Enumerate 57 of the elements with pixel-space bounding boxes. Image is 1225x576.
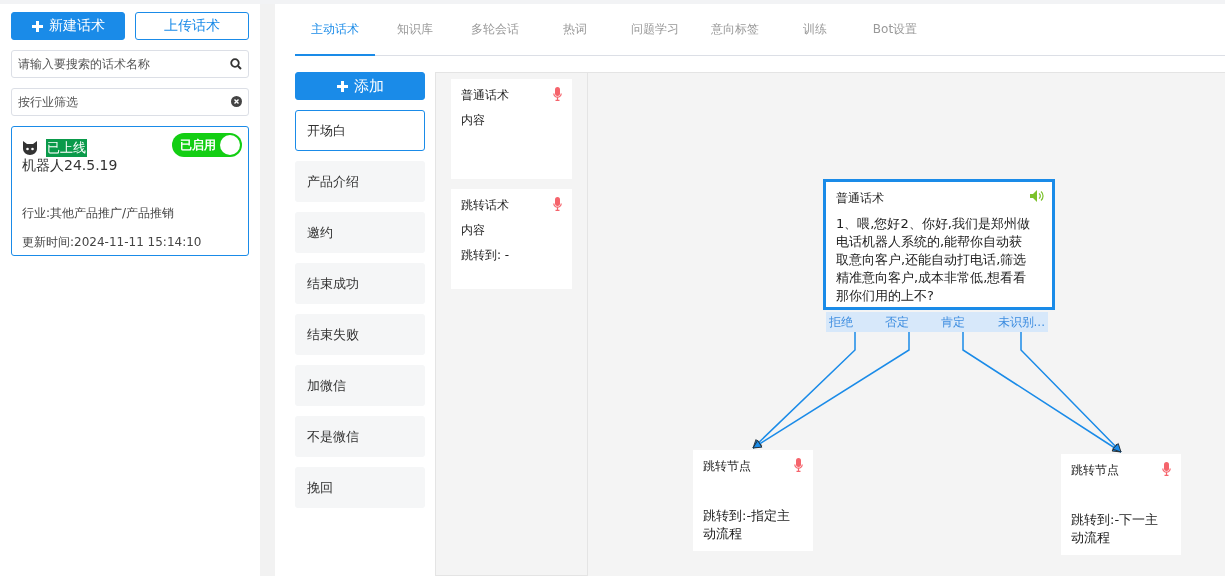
tab[interactable]: 主动话术 — [295, 4, 375, 56]
microphone-icon — [553, 197, 562, 211]
tab[interactable]: 训练 — [775, 4, 855, 56]
branch-label[interactable]: 否定 — [885, 312, 910, 332]
jump-node[interactable]: 跳转节点 跳转到:-下一主动流程 — [1061, 454, 1181, 555]
microphone-icon — [1162, 462, 1171, 476]
search-icon — [230, 58, 242, 70]
flow-item[interactable]: 结束失败 — [295, 314, 425, 355]
upload-script-button[interactable]: 上传话术 — [135, 12, 249, 40]
microphone-icon — [553, 87, 562, 101]
bot-card[interactable]: 已上线 机器人24.5.19 已启用 行业:其他产品推广/产品推销 更新时间:2024-11-11 15:14:10 — [11, 126, 249, 256]
jump-target: 跳转到:-指定主动流程 — [703, 507, 792, 543]
bot-name: 机器人24.5.19 — [22, 157, 119, 175]
template-title: 普通话术 — [461, 87, 509, 104]
flow-item[interactable]: 结束成功 — [295, 263, 425, 304]
template-line: 跳转到: - — [461, 247, 510, 264]
robot-cat-icon — [22, 141, 38, 155]
flow-item[interactable]: 开场白 — [295, 110, 425, 151]
tab[interactable]: 意向标签 — [695, 4, 775, 56]
template-card[interactable]: 普通话术 内容 — [451, 79, 572, 179]
template-line: 内容 — [461, 112, 485, 129]
new-script-button[interactable]: 新建话术 — [11, 12, 125, 40]
flow-item[interactable]: 产品介绍 — [295, 161, 425, 202]
search-field[interactable]: 请输入要搜索的话术名称 — [11, 50, 249, 78]
script-node[interactable]: 普通话术 1、喂,您好2、你好,我们是郑州做电话机器人系统的,能帮你自动获取意向客户,还能自动打电话,筛选精准意向客户,成本非常低,想看看那你们用的上不? — [823, 179, 1055, 310]
flow-item[interactable]: 不是微信 — [295, 416, 425, 457]
branch-label[interactable]: 拒绝 — [829, 312, 853, 332]
node-title: 跳转节点 — [1071, 462, 1119, 479]
clear-icon — [231, 96, 242, 107]
node-title: 跳转节点 — [703, 458, 751, 475]
branch-label[interactable]: 肯定 — [941, 312, 966, 332]
template-line: 内容 — [461, 222, 485, 239]
tab[interactable]: 问题学习 — [615, 4, 695, 56]
tab[interactable]: 知识库 — [375, 4, 455, 56]
jump-node[interactable]: 跳转节点 跳转到:-指定主动流程 — [693, 450, 813, 551]
flow-item[interactable]: 挽回 — [295, 467, 425, 508]
status-label: 已上线 — [46, 139, 87, 157]
plus-icon — [31, 20, 43, 32]
add-button[interactable]: 添加 — [295, 72, 425, 100]
industry-filter-field[interactable]: 按行业筛选 — [11, 88, 249, 116]
jump-target: 跳转到:-下一主动流程 — [1071, 511, 1160, 547]
node-title: 普通话术 — [836, 190, 884, 207]
microphone-icon — [794, 458, 803, 472]
plus-icon — [336, 80, 348, 92]
template-title: 跳转话术 — [461, 197, 509, 214]
node-text: 1、喂,您好2、你好,我们是郑州做电话机器人系统的,能帮你自动获取意向客户,还能自动打电话,筛选精准意向客户,成本非常低,想看看那你们用的上不? — [836, 215, 1031, 305]
industry-text: 行业:其他产品推广/产品推销 — [22, 205, 175, 222]
speaker-icon — [1030, 190, 1044, 202]
flow-item[interactable]: 邀约 — [295, 212, 425, 253]
template-card[interactable]: 跳转话术 内容 跳转到: - — [451, 189, 572, 289]
tab[interactable]: Bot设置 — [855, 4, 935, 56]
updated-time: 更新时间:2024-11-11 15:14:10 — [22, 234, 202, 251]
enabled-toggle[interactable]: 已启用 — [172, 133, 242, 157]
branch-label[interactable]: 未识别... — [997, 312, 1045, 332]
tab[interactable]: 多轮会话 — [455, 4, 535, 56]
tab[interactable]: 热词 — [535, 4, 615, 56]
flow-item[interactable]: 加微信 — [295, 365, 425, 406]
